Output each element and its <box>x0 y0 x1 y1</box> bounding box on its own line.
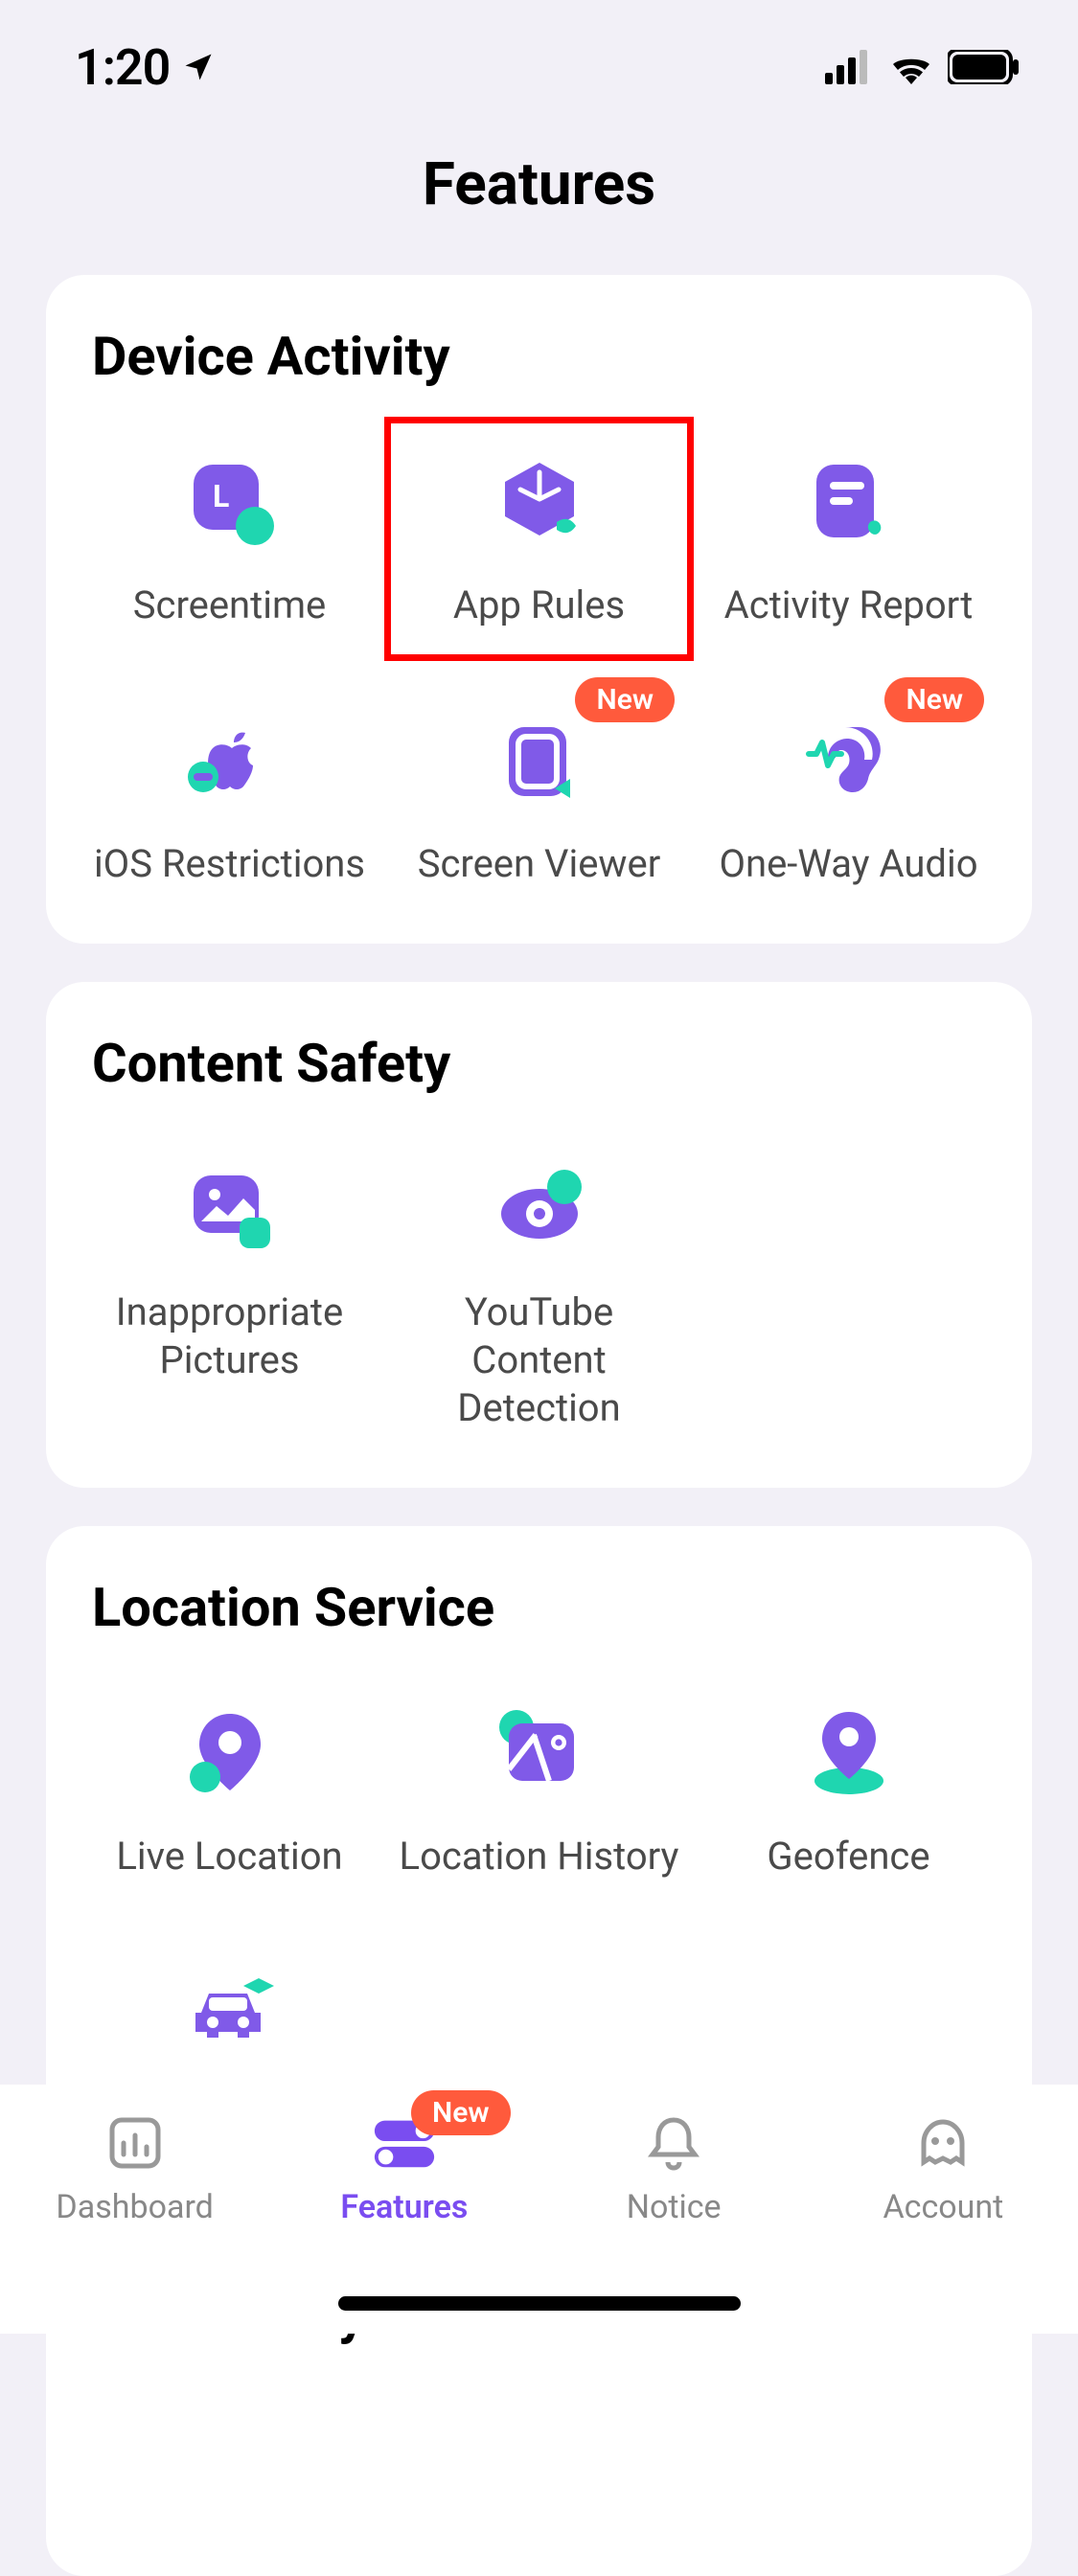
wifi-icon <box>888 50 934 84</box>
feature-grid: L Screentime App Rules <box>75 426 1003 905</box>
feature-label: YouTube Content Detection <box>396 1288 683 1432</box>
feature-label: One-Way Audio <box>719 840 977 888</box>
feature-inappropriate-pictures[interactable]: Inappropriate Pictures <box>75 1133 384 1449</box>
tab-label: Notice <box>627 2188 722 2226</box>
car-icon <box>172 1953 287 2068</box>
feature-label: Screentime <box>133 581 326 629</box>
section-title: Device Activity <box>92 325 1003 388</box>
location-arrow-icon <box>181 50 216 84</box>
screen-viewer-icon <box>482 702 597 817</box>
ear-icon <box>791 702 906 817</box>
feature-label: Location History <box>400 1833 679 1881</box>
feature-location-history[interactable]: Location History <box>384 1677 694 1898</box>
section-title: Content Safety <box>92 1032 1003 1095</box>
tab-dashboard[interactable]: Dashboard <box>0 2108 269 2226</box>
new-badge: New <box>411 2090 511 2135</box>
tab-bar: Dashboard New Features Notice <box>0 2085 1078 2334</box>
ghost-icon <box>907 2108 978 2178</box>
app-rules-icon <box>482 444 597 559</box>
feature-label: iOS Restrictions <box>94 840 365 888</box>
bell-icon <box>638 2108 709 2178</box>
tab-notice[interactable]: Notice <box>539 2108 809 2226</box>
status-time: 1:20 <box>75 38 170 97</box>
feature-screen-viewer[interactable]: New Screen Viewer <box>384 685 694 905</box>
feature-label: Screen Viewer <box>418 840 661 888</box>
home-indicator[interactable] <box>338 2296 741 2311</box>
feature-label: Live Location <box>116 1833 342 1881</box>
feature-screentime[interactable]: L Screentime <box>75 426 384 647</box>
feature-label: Inappropriate Pictures <box>86 1288 374 1384</box>
feature-label: Geofence <box>767 1833 929 1881</box>
feature-live-location[interactable]: Live Location <box>75 1677 384 1898</box>
apple-icon <box>172 702 287 817</box>
section-device-activity: Device Activity L Screentime <box>46 275 1032 944</box>
geofence-icon <box>791 1695 906 1810</box>
feature-grid: Inappropriate Pictures YouTube Content D… <box>75 1133 1003 1449</box>
tab-label: Dashboard <box>56 2188 213 2226</box>
pictures-icon <box>172 1151 287 1265</box>
svg-text:L: L <box>213 478 229 514</box>
battery-icon <box>948 50 1021 84</box>
feature-one-way-audio[interactable]: New One-Way Audio <box>694 685 1003 905</box>
dashboard-icon <box>100 2108 171 2178</box>
page-title: Features <box>0 149 1078 219</box>
feature-activity-report[interactable]: Activity Report <box>694 426 1003 647</box>
tab-account[interactable]: Account <box>809 2108 1078 2226</box>
tab-features[interactable]: New Features <box>269 2108 539 2226</box>
eye-icon <box>482 1151 597 1265</box>
location-pin-icon <box>172 1695 287 1810</box>
section-content-safety: Content Safety Inappropriate Pictures <box>46 982 1032 1488</box>
activity-report-icon <box>791 444 906 559</box>
feature-app-rules[interactable]: App Rules <box>384 426 694 647</box>
tab-label: Account <box>883 2188 1003 2226</box>
status-bar: 1:20 <box>0 0 1078 134</box>
section-title: Location Service <box>92 1576 1003 1639</box>
map-icon <box>482 1695 597 1810</box>
status-indicators <box>825 50 1021 84</box>
feature-youtube-detection[interactable]: YouTube Content Detection <box>384 1133 694 1449</box>
feature-label: Activity Report <box>724 581 974 629</box>
screentime-icon: L <box>172 444 287 559</box>
feature-label: App Rules <box>453 581 625 629</box>
status-time-area: 1:20 <box>75 38 216 97</box>
feature-geofence[interactable]: Geofence <box>694 1677 1003 1898</box>
tab-label: Features <box>340 2188 468 2226</box>
cellular-icon <box>825 50 875 84</box>
feature-ios-restrictions[interactable]: iOS Restrictions <box>75 685 384 905</box>
